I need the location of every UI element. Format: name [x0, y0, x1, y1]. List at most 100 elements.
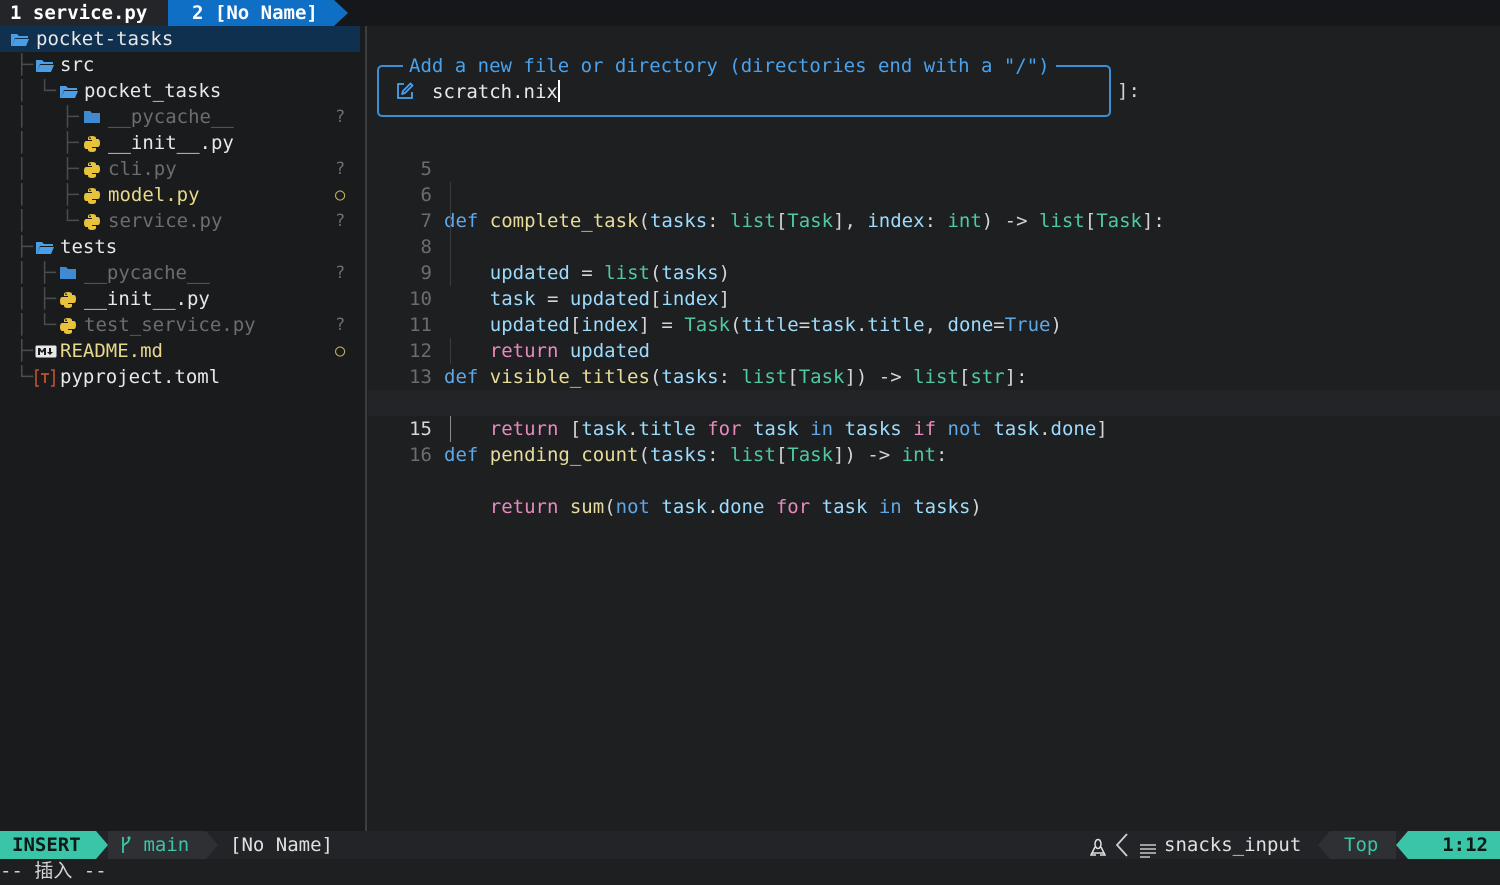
toml-icon [35, 364, 57, 390]
editor-pane[interactable]: 1 from pocket_tasks.model import Task 5 … [368, 26, 1500, 831]
tree-item-cli-py[interactable]: │ ├╴ cli.py ? [0, 156, 360, 182]
scroll-position: Top [1330, 831, 1396, 859]
tree-item-tests-init-py[interactable]: │ ├╴ __init__.py [0, 286, 360, 312]
git-status-modified: ○ [335, 185, 346, 205]
code-line: 8 task = updated[index] [368, 208, 1500, 310]
tree-guide: │ └╴ [16, 210, 85, 232]
segment-separator [96, 831, 108, 859]
folder-icon [59, 260, 81, 286]
code-line: 14 [368, 364, 1500, 414]
tree-item-src[interactable]: ├╴ src [0, 52, 360, 78]
code-text: return sum(not task.done for task in tas… [489, 496, 982, 518]
code-line: 6 def complete_task(tasks: list[Task], i… [368, 156, 1500, 232]
tree-item-label: README.md [60, 340, 163, 362]
dialog-title: Add a new file or directory (directories… [403, 53, 1056, 79]
git-branch: main [108, 831, 206, 859]
tree-item-pocket-tasks[interactable]: pocket-tasks [0, 26, 360, 52]
edit-icon [395, 81, 415, 106]
tree-item-pocket-tasks-pkg[interactable]: │ └╴ pocket_tasks [0, 78, 360, 104]
git-status-modified: ○ [335, 341, 346, 361]
tree-guide: │ ├╴ [16, 158, 85, 180]
code-line: 11 [368, 286, 1500, 336]
indent-guide [450, 208, 451, 234]
segment-separator [1318, 831, 1330, 859]
mode-indicator: INSERT [0, 831, 96, 859]
tab-service-py[interactable]: 1 service.py [0, 0, 168, 26]
git-branch-name: main [143, 834, 190, 856]
folder-icon [83, 104, 105, 130]
tabline: 1 service.py 2 [No Name] [0, 0, 1500, 26]
tree-guide: │ ├╴ [16, 288, 62, 310]
tree-item-pycache[interactable]: │ ├╴ __pycache__ ? [0, 104, 360, 130]
tree-item-readme-md[interactable]: ├╴ README.md ○ [0, 338, 360, 364]
filename-input-value: scratch.nix [432, 81, 558, 103]
segment-separator [1396, 831, 1408, 859]
tree-guide: │ ├╴ [16, 132, 85, 154]
tree-item-init-py[interactable]: │ ├╴ __init__.py [0, 130, 360, 156]
tree-guide: │ ├╴ [16, 262, 62, 284]
indent-guide [450, 182, 451, 208]
tree-item-label: pyproject.toml [60, 366, 221, 388]
tab-no-name[interactable]: 2 [No Name] [168, 0, 334, 26]
tab-number: 1 [10, 2, 22, 24]
tree-item-label: model.py [108, 184, 200, 206]
tree-item-label: cli.py [108, 158, 177, 180]
tree-guide: │ └╴ [16, 80, 62, 102]
code-line: 1 from pocket_tasks.model import Task [368, 26, 1500, 102]
tree-item-pyproject-toml[interactable]: └╴ pyproject.toml [0, 364, 360, 390]
folder-open-icon [35, 52, 57, 78]
indent-guide [450, 338, 451, 364]
new-file-input-dialog: Add a new file or directory (directories… [377, 53, 1111, 117]
code-line: 10 return updated [368, 260, 1500, 362]
code-line: 16 return sum(not task.done for task in … [368, 416, 1500, 518]
folder-open-icon [59, 78, 81, 104]
code-line: 7 updated = list(tasks) [368, 182, 1500, 284]
command-line: -- 插入 -- [0, 859, 1500, 885]
git-status-untracked: ? [335, 107, 346, 127]
tree-item-label: __init__.py [108, 132, 234, 154]
code-text-partial: ]: [1117, 80, 1140, 102]
indent-guide [450, 234, 451, 260]
tree-item-label: tests [60, 236, 118, 258]
code-line: 9 updated[index] = Task(title=task.title… [368, 234, 1500, 336]
git-status-untracked: ? [335, 211, 346, 231]
code-line: 12 def visible_titles(tasks: list[Task])… [368, 312, 1500, 388]
tree-guide: │ ├╴ [16, 184, 85, 206]
tree-item-label: src [60, 54, 95, 76]
filetype: snacks_input [1164, 834, 1302, 856]
indent-guide [450, 260, 451, 286]
cursor-position: 1:12 [1408, 831, 1500, 859]
file-explorer: pocket-tasks ├╴ src │ └╴ pocket_tasks │ … [0, 26, 366, 831]
line-number: 16 [409, 444, 432, 466]
folder-open-icon [35, 234, 57, 260]
tree-item-model-py[interactable]: │ ├╴ model.py ○ [0, 182, 360, 208]
python-icon [59, 312, 81, 338]
python-icon [83, 182, 105, 208]
tree-guide: │ └╴ [16, 314, 62, 336]
code-line-current: 15 def pending_count(tasks: list[Task]) … [368, 390, 1500, 466]
python-icon [83, 156, 105, 182]
tab-number: 2 [192, 2, 204, 24]
filename-input[interactable]: scratch.nix [432, 79, 560, 105]
git-status-untracked: ? [335, 263, 346, 283]
tree-item-tests[interactable]: ├╴ tests [0, 234, 360, 260]
git-branch-icon [120, 834, 143, 856]
tree-item-label: __pycache__ [84, 262, 210, 284]
tree-item-test-service-py[interactable]: │ └╴ test_service.py ? [0, 312, 360, 338]
git-status-untracked: ? [335, 315, 346, 335]
status-filename: [No Name] [230, 834, 333, 856]
code-line: 5 [368, 130, 1500, 180]
code-line: 13 return [task.title for task in tasks … [368, 338, 1500, 440]
markdown-icon [35, 338, 57, 364]
tree-guide: │ ├╴ [16, 106, 85, 128]
code-text: def pending_count(tasks: list[Task]) -> … [444, 444, 948, 466]
tree-item-label: pocket-tasks [36, 28, 174, 50]
tree-item-label: test_service.py [84, 314, 256, 336]
tab-name: service.py [32, 2, 148, 24]
tree-item-service-py[interactable]: │ └╴ service.py ? [0, 208, 360, 234]
tree-item-tests-pycache[interactable]: │ ├╴ __pycache__ ? [0, 260, 360, 286]
tree-item-label: __pycache__ [108, 106, 234, 128]
tree-item-label: pocket_tasks [84, 80, 222, 102]
segment-separator [206, 831, 218, 859]
tab-separator [334, 0, 348, 26]
